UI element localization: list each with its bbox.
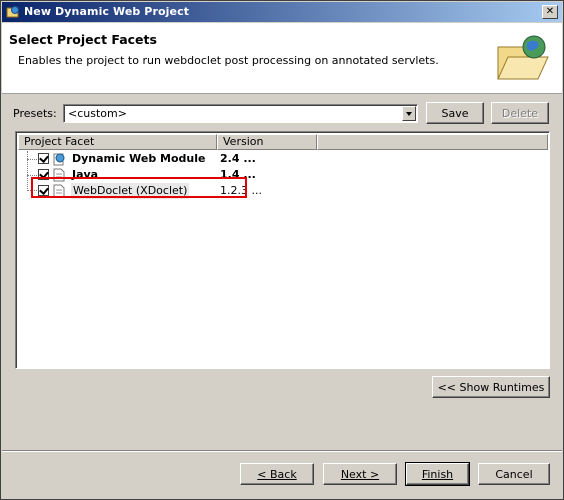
table-row[interactable]: Dynamic Web Module 2.4 ... bbox=[16, 151, 546, 167]
close-button[interactable]: ✕ bbox=[542, 5, 558, 19]
facet-name: Dynamic Web Module bbox=[72, 152, 206, 165]
column-header-version[interactable]: Version bbox=[217, 134, 317, 150]
delete-button[interactable]: Delete bbox=[491, 102, 549, 124]
title-bar[interactable]: New Dynamic Web Project ✕ bbox=[2, 2, 562, 22]
finish-label: Finish bbox=[421, 468, 454, 481]
header-banner: Select Project Facets Enables the projec… bbox=[2, 23, 562, 94]
facet-version: 2.4 ... bbox=[220, 152, 256, 165]
facets-table[interactable]: Project Facet Version Dynamic Web Module… bbox=[15, 131, 550, 369]
folder-globe-icon bbox=[497, 35, 549, 80]
back-label: < Back bbox=[257, 468, 297, 481]
next-button[interactable]: Next > bbox=[323, 463, 397, 485]
cancel-button[interactable]: Cancel bbox=[478, 463, 550, 485]
dialog-window: New Dynamic Web Project ✕ Select Project… bbox=[0, 0, 564, 500]
presets-combo[interactable]: <custom> bbox=[63, 104, 418, 123]
page-title: Select Project Facets bbox=[9, 32, 157, 47]
window-title: New Dynamic Web Project bbox=[24, 5, 190, 18]
presets-value: <custom> bbox=[68, 107, 127, 120]
show-runtimes-button[interactable]: << Show Runtimes bbox=[432, 376, 550, 398]
next-label: Next > bbox=[340, 468, 380, 481]
footer-divider bbox=[2, 450, 562, 452]
close-icon: ✕ bbox=[545, 6, 555, 17]
web-module-icon bbox=[53, 153, 65, 166]
save-button[interactable]: Save bbox=[426, 102, 484, 124]
app-icon bbox=[6, 6, 19, 18]
column-header-empty bbox=[317, 134, 548, 150]
facet-checkbox[interactable] bbox=[38, 153, 49, 164]
back-button[interactable]: < Back bbox=[240, 463, 314, 485]
finish-button[interactable]: Finish bbox=[405, 462, 470, 486]
chevron-down-icon[interactable] bbox=[402, 106, 416, 121]
page-description: Enables the project to run webdoclet pos… bbox=[18, 54, 439, 67]
selection-highlight bbox=[31, 177, 247, 198]
presets-label: Presets: bbox=[13, 107, 57, 120]
column-header-facet[interactable]: Project Facet bbox=[18, 134, 217, 150]
